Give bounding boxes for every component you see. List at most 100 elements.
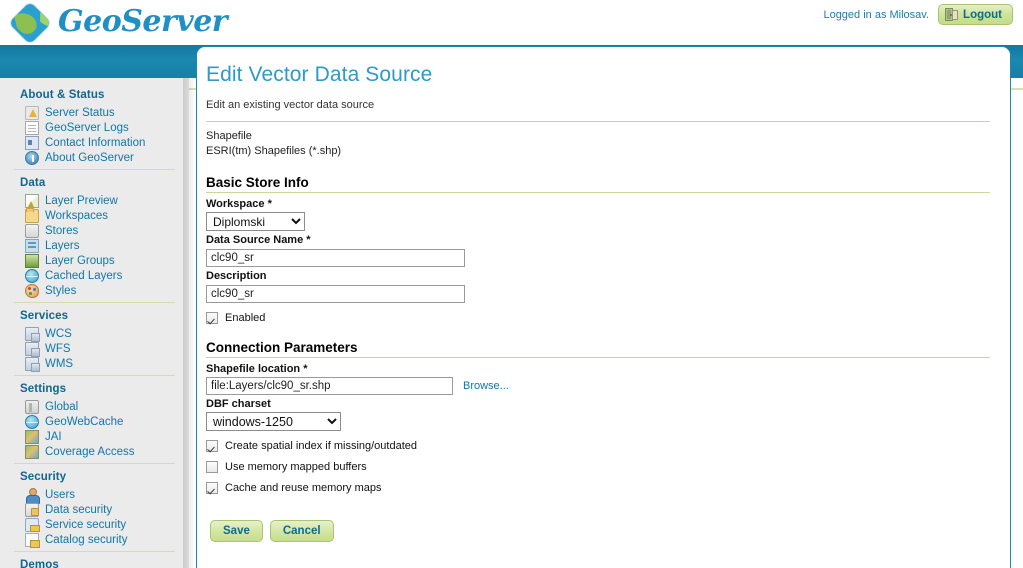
- logout-label: Logout: [963, 9, 1002, 21]
- sidebar-item-wcs[interactable]: WCS: [0, 326, 189, 341]
- connection-parameters-heading: Connection Parameters: [206, 340, 990, 355]
- sidebar-item-geoserver-logs[interactable]: GeoServer Logs: [0, 120, 189, 135]
- folder-icon: [25, 209, 39, 223]
- dbf-charset-select[interactable]: windows-1250: [206, 412, 341, 431]
- connection-checkbox-list: Create spatial index if missing/outdated…: [206, 440, 990, 494]
- connection-checkbox-row[interactable]: Create spatial index if missing/outdated: [206, 440, 990, 452]
- sidebar-item-stores[interactable]: Stores: [0, 223, 189, 238]
- sidebar-item-coverage-access[interactable]: Coverage Access: [0, 444, 189, 459]
- sidebar-item-label: Contact Information: [45, 137, 145, 149]
- sidebar-item-cached-layers[interactable]: Cached Layers: [0, 268, 189, 283]
- sidebar-item-layers[interactable]: Layers: [0, 238, 189, 253]
- sidebar-item-about-geoserver[interactable]: About GeoServer: [0, 150, 189, 165]
- sidebar-item-label: WMS: [45, 358, 73, 370]
- sidebar-item-users[interactable]: Users: [0, 487, 189, 502]
- sidebar-item-label: Server Status: [45, 107, 115, 119]
- service-icon: [25, 327, 39, 341]
- sidebar-item-label: Global: [45, 401, 78, 413]
- app-logo-text: GeoServer: [58, 7, 227, 40]
- divider: [206, 121, 990, 122]
- map-icon: [25, 445, 39, 459]
- sidebar-item-data-security[interactable]: Data security: [0, 502, 189, 517]
- app-logo[interactable]: GeoServer: [8, 1, 227, 45]
- globe-network-icon: [25, 269, 39, 283]
- checkbox-use-memory-mapped-buffers[interactable]: [206, 461, 218, 473]
- description-input[interactable]: [206, 285, 465, 303]
- sidebar-divider: [14, 375, 175, 376]
- map-icon: [25, 430, 39, 444]
- warning-icon: [25, 106, 39, 120]
- logout-button[interactable]: Logout: [938, 4, 1013, 25]
- sidebar-item-label: Styles: [45, 285, 76, 297]
- sidebar-item-label: GeoWebCache: [45, 416, 123, 428]
- sidebar-item-label: Layers: [45, 240, 80, 252]
- layer-preview-icon: [25, 194, 39, 208]
- sidebar-item-service-security[interactable]: Service security: [0, 517, 189, 532]
- layers-icon: [25, 239, 39, 253]
- sidebar-item-server-status[interactable]: Server Status: [0, 105, 189, 120]
- store-icon: [25, 224, 39, 238]
- lock-icon: [25, 503, 39, 517]
- shapefile-location-label-text: Shapefile location: [206, 363, 300, 375]
- checkbox-label: Create spatial index if missing/outdated: [225, 440, 417, 452]
- globe-icon: [8, 1, 52, 45]
- sidebar-item-wfs[interactable]: WFS: [0, 341, 189, 356]
- basic-store-info-heading: Basic Store Info: [206, 175, 990, 190]
- sidebar-section-heading: Data: [0, 172, 189, 193]
- service-icon: [25, 357, 39, 371]
- sidebar-item-wms[interactable]: WMS: [0, 356, 189, 371]
- sidebar-item-layer-groups[interactable]: Layer Groups: [0, 253, 189, 268]
- shapefile-location-input[interactable]: [206, 377, 453, 395]
- checkbox-label: Use memory mapped buffers: [225, 461, 367, 473]
- shapefile-location-row: Browse...: [206, 377, 990, 395]
- sidebar-divider: [14, 463, 175, 464]
- required-marker: *: [268, 198, 272, 210]
- sidebar-item-label: Users: [45, 489, 75, 501]
- document-icon: [25, 121, 39, 135]
- description-label: Description: [206, 270, 990, 282]
- service-icon: [25, 342, 39, 356]
- cancel-button[interactable]: Cancel: [270, 520, 334, 542]
- enabled-checkbox[interactable]: [206, 312, 218, 324]
- connection-checkbox-row[interactable]: Use memory mapped buffers: [206, 461, 990, 473]
- data-source-name-input[interactable]: [206, 249, 465, 267]
- sidebar-item-label: Cached Layers: [45, 270, 122, 282]
- sidebar-section-heading: Security: [0, 466, 189, 487]
- sidebar-item-contact-information[interactable]: Contact Information: [0, 135, 189, 150]
- connection-checkbox-row[interactable]: Cache and reuse memory maps: [206, 482, 990, 494]
- save-button[interactable]: Save: [210, 520, 263, 542]
- sidebar-divider: [14, 551, 175, 552]
- sidebar-item-jai[interactable]: JAI: [0, 429, 189, 444]
- user-icon: [25, 488, 39, 502]
- sidebar-item-label: Service security: [45, 519, 126, 531]
- enabled-label: Enabled: [225, 312, 265, 324]
- sidebar-item-styles[interactable]: Styles: [0, 283, 189, 298]
- browse-link[interactable]: Browse...: [463, 380, 509, 392]
- sidebar-item-workspaces[interactable]: Workspaces: [0, 208, 189, 223]
- sidebar-item-label: Stores: [45, 225, 78, 237]
- checkbox-cache-and-reuse-memory-maps[interactable]: [206, 482, 218, 494]
- info-icon: [25, 151, 39, 165]
- enabled-checkbox-row[interactable]: Enabled: [206, 312, 990, 324]
- global-icon: [25, 400, 39, 414]
- workspace-select[interactable]: Diplomski: [206, 212, 305, 231]
- checkbox-label: Cache and reuse memory maps: [225, 482, 382, 494]
- page-subtitle: Edit an existing vector data source: [206, 99, 990, 111]
- key-icon: [25, 518, 39, 532]
- sidebar-item-catalog-security[interactable]: Catalog security: [0, 532, 189, 547]
- main-content-panel: Edit Vector Data Source Edit an existing…: [196, 46, 1011, 568]
- sidebar-section-heading: Services: [0, 305, 189, 326]
- checkbox-create-spatial-index-if-missing-outdated[interactable]: [206, 440, 218, 452]
- workspace-label: Workspace *: [206, 198, 990, 210]
- sidebar-item-label: GeoServer Logs: [45, 122, 129, 134]
- form-button-row: Save Cancel: [210, 520, 990, 542]
- sidebar-section-heading: Demos: [0, 554, 189, 568]
- divider: [206, 192, 990, 193]
- sidebar-item-layer-preview[interactable]: Layer Preview: [0, 193, 189, 208]
- door-exit-icon: [945, 8, 958, 21]
- sidebar-item-geowebcache[interactable]: GeoWebCache: [0, 414, 189, 429]
- layer-groups-icon: [25, 254, 39, 268]
- sidebar-navigation: About & StatusServer StatusGeoServer Log…: [0, 78, 189, 568]
- sidebar-item-global[interactable]: Global: [0, 399, 189, 414]
- sidebar-divider: [14, 169, 175, 170]
